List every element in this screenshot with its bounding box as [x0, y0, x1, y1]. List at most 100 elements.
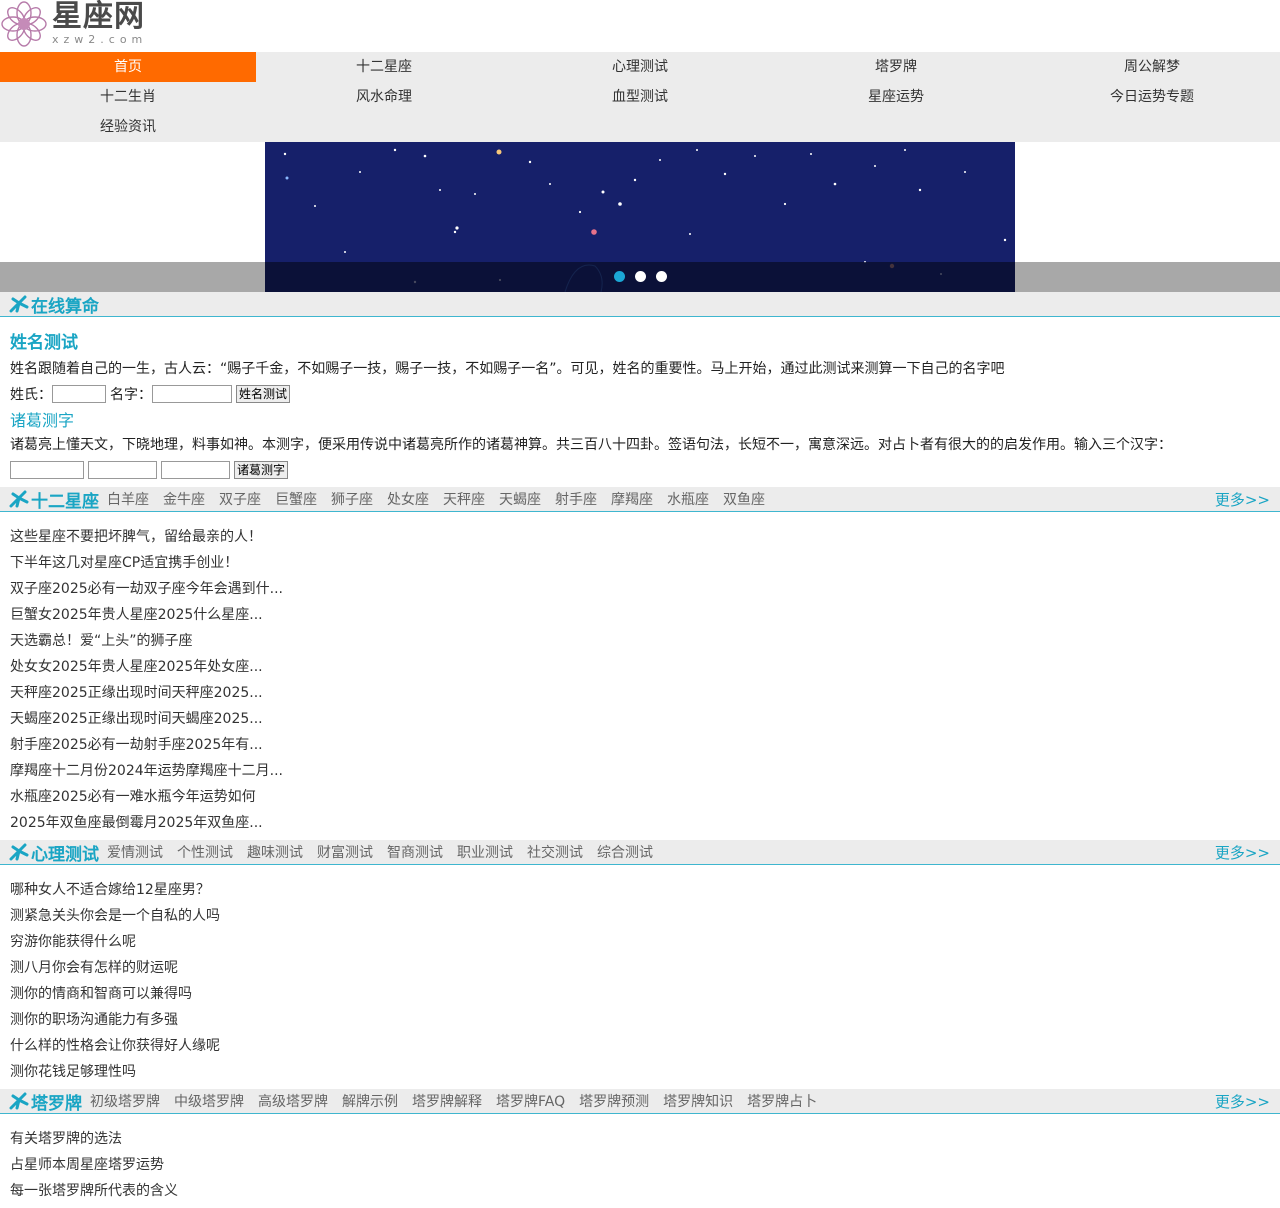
given-name-input[interactable] [152, 385, 232, 403]
tarot-tab[interactable]: 塔罗牌解释 [412, 1091, 482, 1111]
zodiac-tab[interactable]: 双子座 [219, 489, 261, 509]
list-item[interactable]: 什么样的性格会让你获得好人缘呢 [10, 1038, 220, 1054]
psych-tab[interactable]: 智商测试 [387, 842, 443, 862]
nav-news[interactable]: 经验资讯 [0, 112, 256, 142]
list-item[interactable]: 射手座2025必有一劫射手座2025年有... [10, 737, 263, 753]
section-zodiac-title[interactable]: 十二星座 [31, 487, 99, 512]
zodiac-tab[interactable]: 天蝎座 [499, 489, 541, 509]
psych-tab[interactable]: 职业测试 [457, 842, 513, 862]
zodiac-article-list: 这些星座不要把坏脾气，留给最亲的人！ 下半年这几对星座CP适宜携手创业！ 双子座… [0, 512, 1280, 840]
psych-tab[interactable]: 个性测试 [177, 842, 233, 862]
zodiac-tab[interactable]: 射手座 [555, 489, 597, 509]
zodiac-tab[interactable]: 摩羯座 [611, 489, 653, 509]
psych-tab[interactable]: 综合测试 [597, 842, 653, 862]
tarot-tab[interactable]: 高级塔罗牌 [258, 1091, 328, 1111]
feather-icon [9, 295, 29, 313]
zodiac-tab[interactable]: 处女座 [387, 489, 429, 509]
nav-dream[interactable]: 周公解梦 [1024, 52, 1280, 82]
nav-daily-fortune[interactable]: 今日运势专题 [1024, 82, 1280, 112]
list-item[interactable]: 哪种女人不适合嫁给12星座男？ [10, 882, 210, 898]
zhuge-title[interactable]: 诸葛测字 [10, 411, 1270, 431]
list-item[interactable]: 天选霸总！爱“上头”的狮子座 [10, 633, 193, 649]
list-item[interactable]: 下半年这几对星座CP适宜携手创业！ [10, 555, 238, 571]
nav-zodiac[interactable]: 十二星座 [256, 52, 512, 82]
zodiac-tab[interactable]: 巨蟹座 [275, 489, 317, 509]
section-psych-title-wrap: 心理测试 [0, 840, 99, 865]
surname-label: 姓氏： [10, 387, 52, 403]
list-item[interactable]: 占星师本周星座塔罗运势 [10, 1157, 164, 1173]
psych-tab[interactable]: 趣味测试 [247, 842, 303, 862]
zodiac-tab[interactable]: 天秤座 [443, 489, 485, 509]
tarot-tab[interactable]: 初级塔罗牌 [90, 1091, 160, 1111]
nav-blood-type[interactable]: 血型测试 [512, 82, 768, 112]
surname-input[interactable] [52, 385, 106, 403]
list-item[interactable]: 测紧急关头你会是一个自私的人吗 [10, 908, 220, 924]
zodiac-tabs: 白羊座 金牛座 双子座 巨蟹座 狮子座 处女座 天秤座 天蝎座 射手座 摩羯座 … [107, 489, 779, 509]
tarot-tab[interactable]: 塔罗牌FAQ [496, 1091, 565, 1111]
nav-fengshui[interactable]: 风水命理 [256, 82, 512, 112]
zodiac-tab[interactable]: 金牛座 [163, 489, 205, 509]
list-item[interactable]: 天蝎座2025正缘出现时间天蝎座2025... [10, 711, 263, 727]
zhuge-test-button[interactable]: 诸葛测字 [234, 461, 289, 479]
list-item[interactable]: 双子座2025必有一劫双子座今年会遇到什... [10, 581, 283, 597]
list-item[interactable]: 测你的职场沟通能力有多强 [10, 1012, 178, 1028]
tarot-tab[interactable]: 解牌示例 [342, 1091, 398, 1111]
logo-domain: xzw2.com [52, 33, 148, 46]
online-calc: 姓名测试 姓名跟随着自己的一生，古人云：“赐子千金，不如赐子一技，赐子一技，不如… [0, 317, 1280, 483]
section-psych-title[interactable]: 心理测试 [31, 840, 99, 865]
site-logo[interactable]: 星座网 xzw2.com [0, 0, 147, 48]
list-item[interactable]: 每一张塔罗牌所代表的含义 [10, 1183, 178, 1199]
list-item[interactable]: 测你的情商和智商可以兼得吗 [10, 986, 192, 1002]
main-nav: 首页 十二星座 心理测试 塔罗牌 周公解梦 十二生肖 风水命理 血型测试 星座运… [0, 52, 1280, 142]
psych-tab[interactable]: 财富测试 [317, 842, 373, 862]
nav-tarot[interactable]: 塔罗牌 [768, 52, 1024, 82]
list-item[interactable]: 摩羯座十二月份2024年运势摩羯座十二月... [10, 763, 283, 779]
tarot-tab[interactable]: 中级塔罗牌 [174, 1091, 244, 1111]
banner-image[interactable] [265, 142, 1015, 292]
name-test-button[interactable]: 姓名测试 [236, 385, 291, 403]
list-item[interactable]: 穷游你能获得什么呢 [10, 934, 136, 950]
zodiac-tab[interactable]: 白羊座 [107, 489, 149, 509]
tarot-tab[interactable]: 塔罗牌占卜 [747, 1091, 817, 1111]
list-item[interactable]: 测八月你会有怎样的财运呢 [10, 960, 178, 976]
psych-more-link[interactable]: 更多>> [1215, 842, 1270, 863]
zodiac-tab[interactable]: 双鱼座 [723, 489, 765, 509]
section-tarot-title[interactable]: 塔罗牌 [31, 1089, 82, 1114]
zhuge-char-2-input[interactable] [88, 461, 157, 479]
list-item[interactable]: 天秤座2025正缘出现时间天秤座2025... [10, 685, 263, 701]
psych-tabs: 爱情测试 个性测试 趣味测试 财富测试 智商测试 职业测试 社交测试 综合测试 [107, 842, 667, 862]
nav-horoscope[interactable]: 星座运势 [768, 82, 1024, 112]
carousel-dot-3[interactable] [656, 271, 667, 282]
zodiac-tab[interactable]: 水瓶座 [667, 489, 709, 509]
zhuge-form: 诸葛测字 [10, 457, 1270, 483]
feather-icon [9, 1092, 29, 1110]
nav-chinese-zodiac[interactable]: 十二生肖 [0, 82, 256, 112]
list-item[interactable]: 处女女2025年贵人星座2025年处女座... [10, 659, 263, 675]
list-item[interactable]: 测你花钱足够理性吗 [10, 1064, 136, 1080]
tarot-tab[interactable]: 塔罗牌知识 [663, 1091, 733, 1111]
name-test-title[interactable]: 姓名测试 [10, 332, 1270, 354]
psych-tab[interactable]: 爱情测试 [107, 842, 163, 862]
section-psych-header: 心理测试 爱情测试 个性测试 趣味测试 财富测试 智商测试 职业测试 社交测试 … [0, 840, 1280, 865]
list-item[interactable]: 2025年双鱼座最倒霉月2025年双鱼座... [10, 815, 263, 831]
carousel-dot-1[interactable] [614, 271, 625, 282]
section-online-title: 在线算命 [31, 296, 99, 317]
name-test-desc: 姓名跟随着自己的一生，古人云：“赐子千金，不如赐子一技，赐子一技，不如赐子一名”… [10, 361, 1005, 377]
tarot-tab[interactable]: 塔罗牌预测 [579, 1091, 649, 1111]
nav-home[interactable]: 首页 [0, 52, 256, 82]
zhuge-char-3-input[interactable] [161, 461, 230, 479]
tarot-tabs: 初级塔罗牌 中级塔罗牌 高级塔罗牌 解牌示例 塔罗牌解释 塔罗牌FAQ 塔罗牌预… [90, 1091, 831, 1111]
list-item[interactable]: 巨蟹女2025年贵人星座2025什么星座... [10, 607, 263, 623]
zodiac-tab[interactable]: 狮子座 [331, 489, 373, 509]
nav-psych-test[interactable]: 心理测试 [512, 52, 768, 82]
psych-tab[interactable]: 社交测试 [527, 842, 583, 862]
zodiac-more-link[interactable]: 更多>> [1215, 489, 1270, 510]
list-item[interactable]: 这些星座不要把坏脾气，留给最亲的人！ [10, 529, 262, 545]
list-item[interactable]: 水瓶座2025必有一难水瓶今年运势如何 [10, 789, 256, 805]
flower-logo-icon [1, 1, 47, 47]
tarot-more-link[interactable]: 更多>> [1215, 1091, 1270, 1112]
zhuge-char-1-input[interactable] [10, 461, 84, 479]
logo-title: 星座网 [52, 0, 145, 34]
list-item[interactable]: 有关塔罗牌的选法 [10, 1131, 122, 1147]
carousel-dot-2[interactable] [635, 271, 646, 282]
